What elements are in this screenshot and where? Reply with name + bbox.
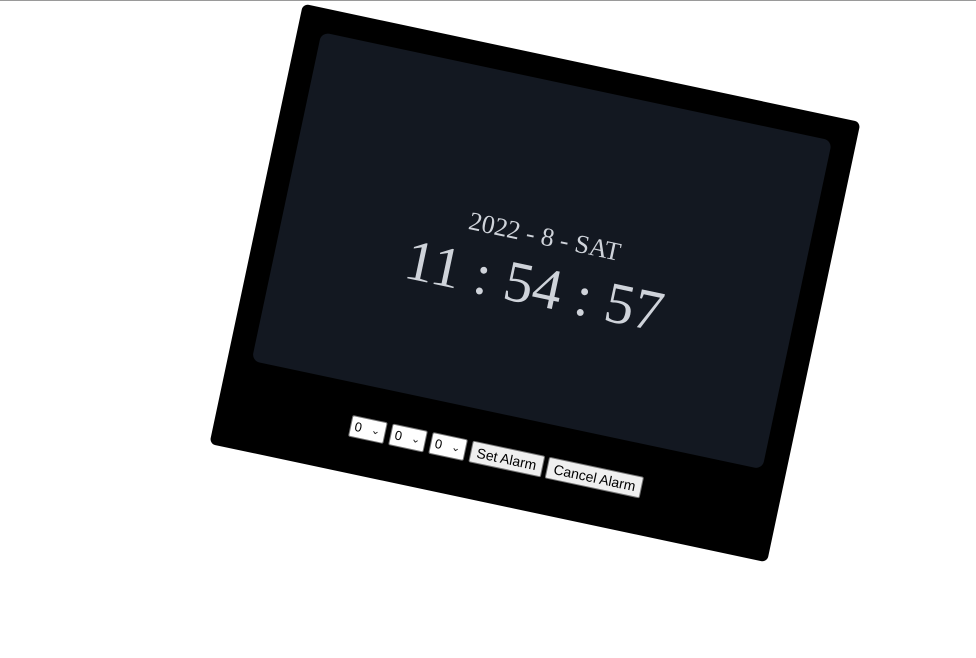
set-alarm-button[interactable]: Set Alarm (467, 440, 546, 478)
alarm-minute-value: 0 (393, 427, 404, 444)
alarm-hour-select[interactable]: 0 ⌄ (347, 414, 388, 444)
cancel-alarm-button[interactable]: Cancel Alarm (544, 456, 645, 499)
alarm-hour-value: 0 (353, 418, 364, 436)
top-divider (0, 0, 976, 1)
alarm-second-value: 0 (433, 435, 444, 453)
chevron-down-icon: ⌄ (409, 432, 422, 447)
clock-device: 2022 - 8 - SAT 11 : 54 : 57 0 ⌄ 0 ⌄ 0 ⌄ … (209, 3, 861, 563)
chevron-down-icon: ⌄ (369, 424, 382, 438)
alarm-minute-select[interactable]: 0 ⌄ (387, 423, 428, 453)
alarm-second-select[interactable]: 0 ⌄ (427, 431, 468, 461)
chevron-down-icon: ⌄ (450, 441, 462, 455)
clock-screen: 2022 - 8 - SAT 11 : 54 : 57 (251, 32, 833, 470)
